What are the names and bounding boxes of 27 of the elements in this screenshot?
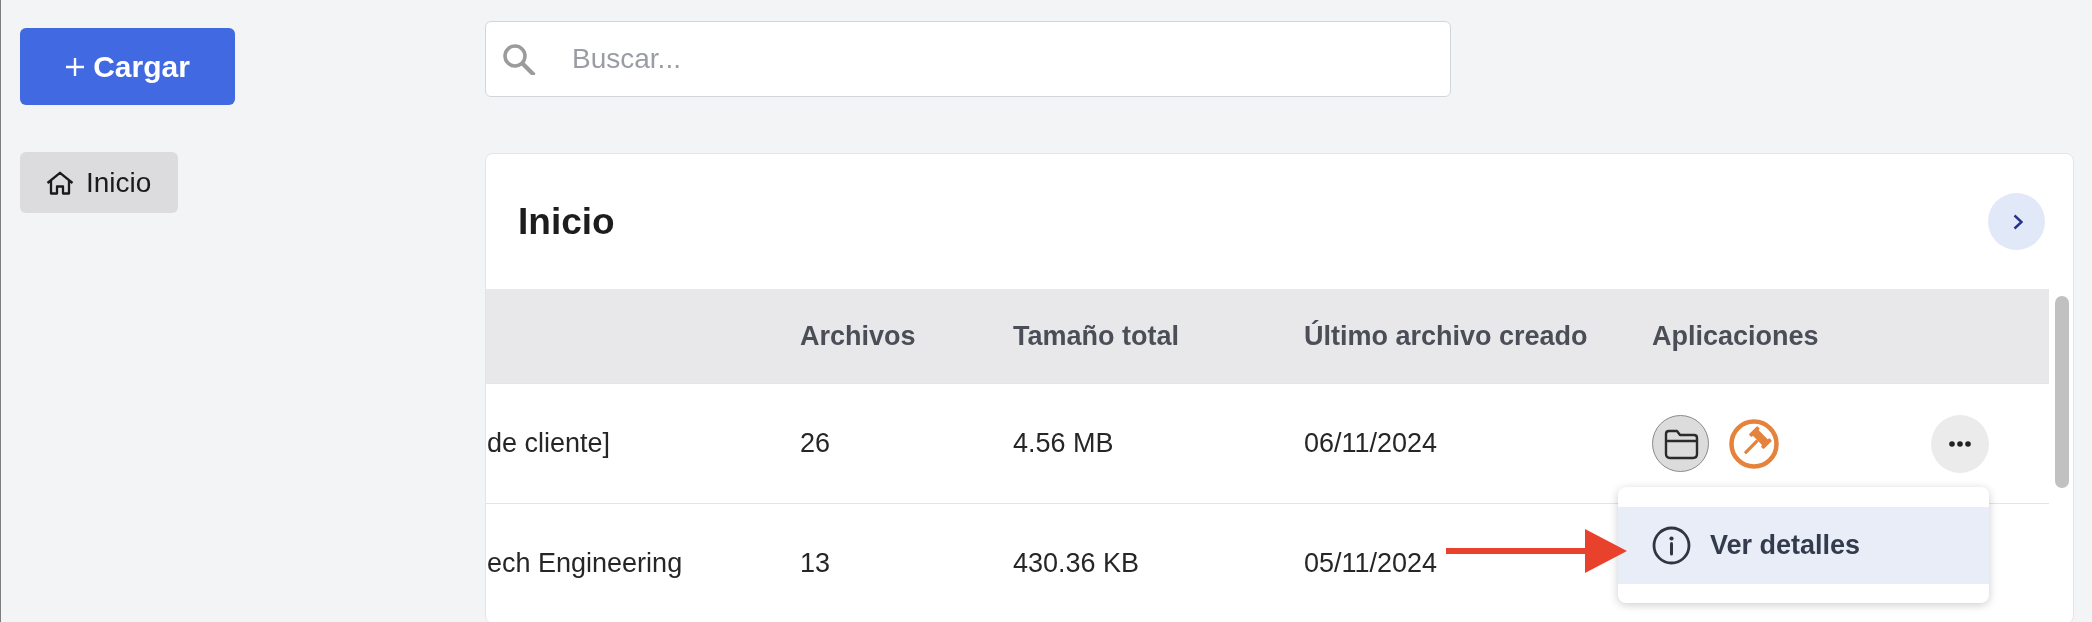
table-cell: ech Engineering bbox=[487, 548, 683, 579]
gavel-icon[interactable] bbox=[1729, 418, 1779, 469]
table-cell: 4.56 MB bbox=[1013, 428, 1114, 459]
menu-item[interactable]: Ver detalles bbox=[1618, 507, 1989, 584]
table-cell: de cliente] bbox=[487, 428, 611, 459]
table-cell: 06/11/2024 bbox=[1304, 428, 1438, 459]
home-icon bbox=[46, 170, 74, 195]
table-cell: 05/11/2024 bbox=[1304, 548, 1438, 579]
column-header: Tamaño total bbox=[1013, 319, 1180, 353]
table-cell: 430.36 KB bbox=[1013, 548, 1140, 579]
folder-icon[interactable] bbox=[1652, 415, 1709, 472]
nav-item[interactable]: Inicio bbox=[20, 152, 179, 213]
ellipsis-icon bbox=[1949, 440, 1971, 447]
column-header: Archivos bbox=[800, 319, 917, 353]
upload-button[interactable]: Cargar bbox=[20, 28, 235, 105]
column-header: Último archivo creado bbox=[1304, 319, 1589, 353]
search-icon bbox=[502, 43, 536, 75]
table-cell: 13 bbox=[800, 548, 831, 579]
next-button[interactable] bbox=[1988, 193, 2045, 250]
plus-icon bbox=[65, 56, 86, 77]
scrollbar-thumb[interactable] bbox=[2055, 296, 2069, 488]
chevron-right-icon bbox=[2012, 213, 2023, 230]
table-cell: 26 bbox=[800, 428, 831, 459]
search-field[interactable]: Buscar... bbox=[485, 21, 1451, 97]
panel-title: Inicio bbox=[518, 200, 615, 243]
info-icon bbox=[1652, 526, 1691, 565]
column-header: Aplicaciones bbox=[1652, 319, 1820, 353]
